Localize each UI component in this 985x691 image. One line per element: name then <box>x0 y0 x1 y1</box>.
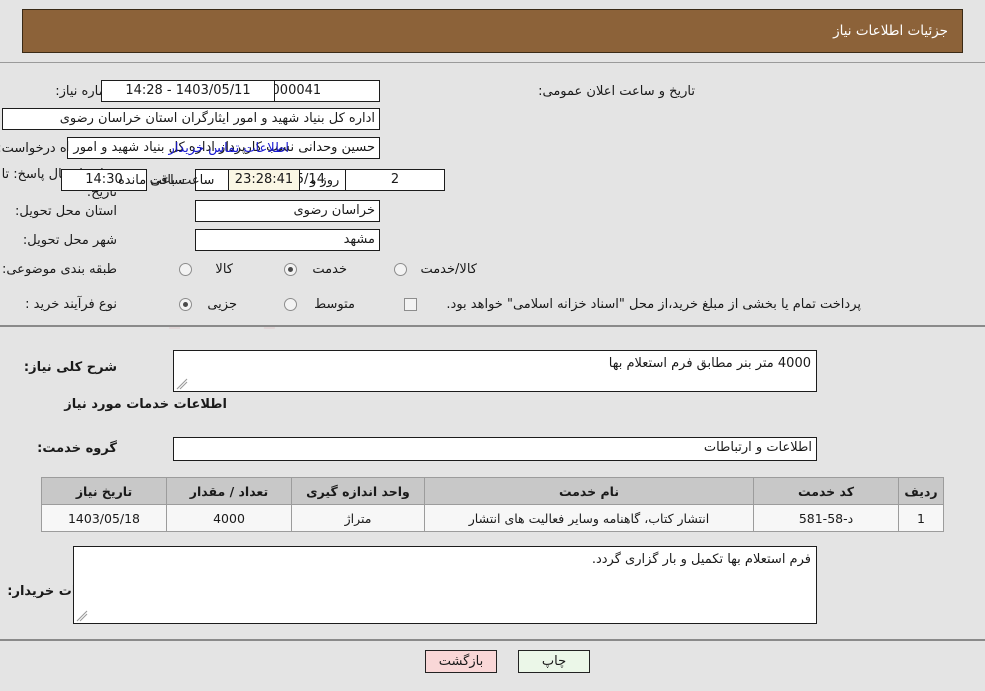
treasury-documents-checkbox[interactable] <box>404 298 417 311</box>
deadline-countdown-label: ساعت باقی مانده <box>118 173 215 188</box>
delivery-city-label: شهر محل تحویل: <box>22 233 117 248</box>
cell-need-date: 1403/05/18 <box>41 504 167 532</box>
radio-category-kala-label: کالا <box>215 262 233 277</box>
services-section-heading: اطلاعات خدمات مورد نیاز <box>64 397 227 412</box>
radio-category-kala-khedmat-label: کالا/خدمت <box>420 262 477 277</box>
delivery-province-field[interactable]: خراسان رضوی <box>195 200 380 222</box>
col-row: ردیف <box>898 477 944 505</box>
radio-purchase-jozei[interactable] <box>179 298 192 311</box>
page-root: AriaTender.net جزئیات اطلاعات نیاز شماره… <box>0 0 985 691</box>
treasury-documents-text: پرداخت تمام یا بخشی از مبلغ خرید،از محل … <box>446 297 861 312</box>
deadline-days-field[interactable]: 2 <box>345 169 445 191</box>
delivery-province-label: استان محل تحویل: <box>15 204 117 219</box>
radio-purchase-motavaset[interactable] <box>284 298 297 311</box>
cell-service-code: د-58-581 <box>753 504 899 532</box>
table-header-row: ردیف کد خدمت نام خدمت واحد اندازه گیری ت… <box>41 477 944 505</box>
print-button[interactable]: چاپ <box>518 650 590 673</box>
need-description-value: 4000 متر بنر مطابق فرم استعلام بها <box>608 356 811 371</box>
announce-datetime-label: تاریخ و ساعت اعلان عمومی: <box>538 84 695 99</box>
buyer-org-field[interactable]: اداره کل بنیاد شهید و امور ایثارگران است… <box>2 108 380 130</box>
service-group-label: گروه خدمت: <box>37 441 117 456</box>
radio-category-kala[interactable] <box>179 263 192 276</box>
buyer-contact-link[interactable]: اطلاعات تماس خریدار <box>169 141 289 156</box>
radio-purchase-motavaset-label: متوسط <box>314 297 355 312</box>
cell-row: 1 <box>898 504 944 532</box>
need-description-textarea[interactable]: 4000 متر بنر مطابق فرم استعلام بها <box>173 350 817 392</box>
window-title-bar: جزئیات اطلاعات نیاز <box>22 9 963 53</box>
buyer-notes-textarea[interactable]: فرم استعلام بها تکمیل و بار گزاری گردد. <box>73 546 817 624</box>
purchase-type-label: نوع فرآیند خرید : <box>25 297 117 312</box>
col-quantity: تعداد / مقدار <box>166 477 292 505</box>
announce-datetime-field[interactable]: 1403/05/11 - 14:28 <box>101 80 275 102</box>
col-need-date: تاریخ نیاز <box>41 477 167 505</box>
service-group-field[interactable]: اطلاعات و ارتباطات <box>173 437 817 461</box>
radio-purchase-jozei-label: جزیی <box>207 297 237 312</box>
table-row[interactable]: 1 د-58-581 انتشار کتاب، گاهنامه وسایر فع… <box>41 504 944 532</box>
page-title: جزئیات اطلاعات نیاز <box>833 23 948 39</box>
deadline-countdown-field: 23:28:41 <box>228 169 300 191</box>
delivery-city-field[interactable]: مشهد <box>195 229 380 251</box>
back-button[interactable]: بازگشت <box>425 650 497 673</box>
col-service-name: نام خدمت <box>424 477 754 505</box>
buyer-notes-value: فرم استعلام بها تکمیل و بار گزاری گردد. <box>591 552 811 567</box>
resize-grip-icon-notes[interactable] <box>76 610 88 622</box>
col-service-code: کد خدمت <box>753 477 899 505</box>
cell-service-name: انتشار کتاب، گاهنامه وسایر فعالیت های ان… <box>424 504 754 532</box>
category-label: طبقه بندی موضوعی: <box>1 262 117 277</box>
radio-category-khedmat[interactable] <box>284 263 297 276</box>
col-unit: واحد اندازه گیری <box>291 477 425 505</box>
cell-unit: متراژ <box>291 504 425 532</box>
services-table: ردیف کد خدمت نام خدمت واحد اندازه گیری ت… <box>41 477 944 532</box>
cell-quantity: 4000 <box>166 504 292 532</box>
deadline-days-label: روز و <box>310 173 340 188</box>
radio-category-khedmat-label: خدمت <box>312 262 347 277</box>
resize-grip-icon[interactable] <box>176 378 188 390</box>
radio-category-kala-khedmat[interactable] <box>394 263 407 276</box>
need-description-label: شرح کلی نیاز: <box>23 360 117 375</box>
